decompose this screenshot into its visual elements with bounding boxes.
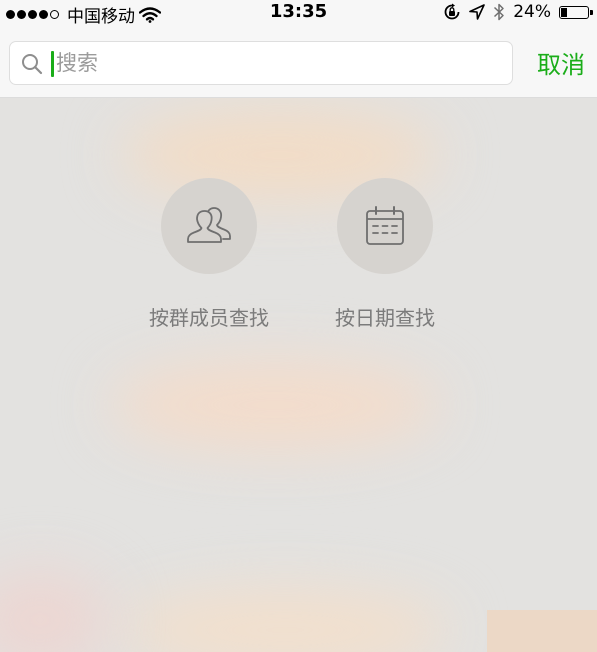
cancel-button[interactable]: 取消 [537,45,585,80]
battery-percentage: 24% [513,2,551,22]
search-header: 取消 [0,26,597,98]
search-by-members-option[interactable]: 按群成员查找 [129,178,289,331]
search-by-date-button[interactable] [337,178,433,274]
text-cursor [51,51,54,77]
bluetooth-icon [494,3,504,21]
search-input[interactable] [56,42,502,84]
search-by-members-label: 按群成员查找 [149,306,269,330]
search-box[interactable] [9,41,513,85]
status-bar-right: 24% [443,2,593,22]
rotation-lock-icon [444,3,460,20]
blurred-background [0,570,110,652]
search-by-date-label: 按日期查找 [335,306,435,330]
battery-level [561,7,567,17]
location-arrow-icon [469,4,486,20]
calendar-icon [366,206,404,245]
search-by-members-button[interactable] [161,178,257,274]
blurred-background [120,590,450,652]
group-members-icon [187,207,231,243]
search-by-date-option[interactable]: 按日期查找 [305,178,465,331]
search-screen: 中国移动 13:35 24% 搜索 取消 按群成员查找 按日期查找 [0,0,597,652]
search-icon [22,54,43,75]
blurred-background [110,360,440,450]
battery-icon [559,5,593,19]
blurred-background [487,610,597,652]
status-bar: 中国移动 13:35 24% [0,0,597,27]
